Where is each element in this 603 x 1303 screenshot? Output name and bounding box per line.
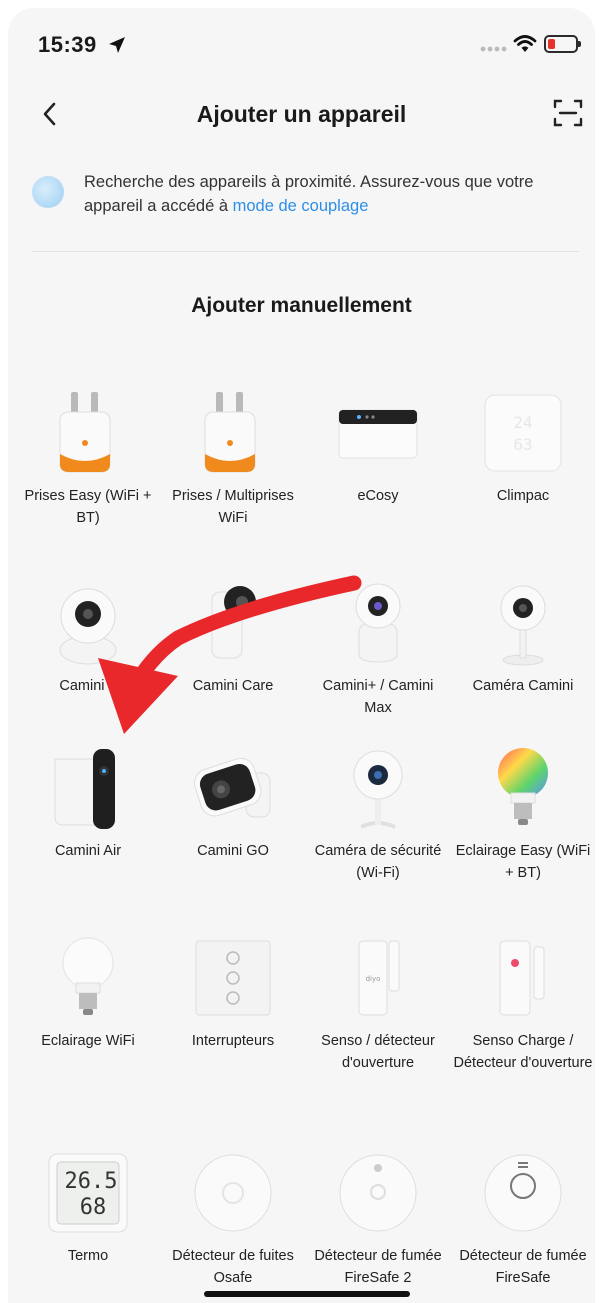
device-label: Camini+ / Camini Max xyxy=(322,678,434,716)
wall-switch-icon xyxy=(195,940,271,1016)
device-termo[interactable]: 26.5 68 Termo xyxy=(18,1148,158,1267)
stand-camera-icon xyxy=(500,585,546,666)
device-climpac[interactable]: 24 63 Climpac xyxy=(453,388,593,507)
svg-text:63: 63 xyxy=(513,435,532,454)
termo-humidity: 68 xyxy=(80,1195,107,1220)
device-label: Détecteur de fumée FireSafe 2 xyxy=(314,1248,442,1286)
color-bulb-icon xyxy=(498,748,548,825)
location-arrow-icon xyxy=(109,37,125,53)
section-title: Ajouter manuellement xyxy=(191,294,412,317)
white-bulb-icon xyxy=(62,937,114,1015)
cellular-signal-icon xyxy=(480,46,507,52)
device-label: Senso / détecteur d'ouverture xyxy=(321,1033,435,1071)
device-interrupteurs[interactable]: Interrupteurs xyxy=(163,933,303,1052)
device-prises-multiprises[interactable]: Prises / Multiprises WiFi xyxy=(163,388,303,529)
device-firesafe[interactable]: Détecteur de fumée FireSafe xyxy=(453,1148,593,1289)
device-detecteur-fuites[interactable]: Détecteur de fuites Osafe xyxy=(163,1148,303,1289)
door-sensor-charge-icon xyxy=(499,940,545,1016)
dome-camera-icon xyxy=(355,583,401,663)
device-label: Interrupteurs xyxy=(191,1033,275,1049)
device-label: Termo xyxy=(67,1248,109,1264)
device-camini-care[interactable]: Camini Care xyxy=(163,578,303,697)
home-indicator xyxy=(204,1291,410,1297)
device-label: Caméra de sécurité (Wi-Fi) xyxy=(314,843,442,881)
smoke-detector-icon xyxy=(339,1154,417,1232)
leak-detector-icon xyxy=(194,1154,272,1232)
device-senso-charge[interactable]: Senso Charge / Détecteur d'ouverture xyxy=(453,933,593,1074)
device-eclairage-wifi[interactable]: Eclairage WiFi xyxy=(18,933,158,1052)
device-camera-camini[interactable]: Caméra Camini xyxy=(453,578,593,697)
security-camera-icon xyxy=(353,750,403,829)
thermo-hygrometer-icon: 26.5 68 xyxy=(48,1153,128,1233)
device-label: Climpac xyxy=(496,488,550,504)
device-prises-easy[interactable]: Prises Easy (WiFi + BT) xyxy=(18,388,158,529)
scan-qr-icon[interactable] xyxy=(553,98,583,128)
smart-plug-icon xyxy=(204,392,256,473)
status-time: 15:39 xyxy=(38,32,97,57)
device-label: Camini Air xyxy=(54,843,122,859)
app-screen: 15:39 Ajouter un appareil Recherche des … xyxy=(8,8,595,1303)
battery-icon xyxy=(544,35,581,53)
door-sensor-icon: diyo xyxy=(358,940,400,1016)
proximity-search-icon xyxy=(32,176,64,208)
device-camini-plus[interactable]: Camini+ / Camini Max xyxy=(308,578,448,719)
device-label: Détecteur de fumée FireSafe xyxy=(459,1248,587,1286)
search-notice: Recherche des appareils à proximité. Ass… xyxy=(84,170,574,218)
device-label: eCosy xyxy=(357,488,399,504)
device-label: Caméra Camini xyxy=(472,678,574,694)
baby-camera-icon xyxy=(211,586,256,659)
device-label: Senso Charge / Détecteur d'ouverture xyxy=(453,1033,593,1071)
thermostat-box-icon xyxy=(338,409,418,459)
page-title: Ajouter un appareil xyxy=(196,101,407,127)
device-label: Prises Easy (WiFi + BT) xyxy=(24,488,152,526)
ptz-camera-icon xyxy=(59,588,117,665)
smart-plug-icon xyxy=(59,392,111,473)
svg-text:diyo: diyo xyxy=(366,975,381,983)
device-label: Détecteur de fuites Osafe xyxy=(172,1248,294,1286)
smoke-detector-icon xyxy=(484,1154,562,1232)
device-label: Eclairage Easy (WiFi + BT) xyxy=(455,843,591,881)
device-label: Camini Care xyxy=(192,678,274,694)
outdoor-camera-icon xyxy=(54,749,115,829)
device-ecosy[interactable]: eCosy xyxy=(308,388,448,507)
device-firesafe-2[interactable]: Détecteur de fumée FireSafe 2 xyxy=(308,1148,448,1289)
device-eclairage-easy[interactable]: Eclairage Easy (WiFi + BT) xyxy=(453,743,593,884)
divider xyxy=(32,251,579,252)
device-senso[interactable]: diyo Senso / détecteur d'ouverture xyxy=(308,933,448,1074)
svg-text:24: 24 xyxy=(513,413,532,432)
device-label: Camini GO xyxy=(197,843,269,859)
device-camera-securite[interactable]: Caméra de sécurité (Wi-Fi) xyxy=(308,743,448,884)
device-label: Camini 2 xyxy=(59,678,117,694)
device-label: Eclairage WiFi xyxy=(41,1033,135,1049)
termo-temperature: 26.5 xyxy=(65,1169,118,1194)
device-label: Prises / Multiprises WiFi xyxy=(172,488,294,526)
device-camini-2[interactable]: Camini 2 xyxy=(18,578,158,697)
wifi-icon xyxy=(513,35,537,52)
climate-display-icon: 24 63 xyxy=(484,394,562,472)
device-camini-air[interactable]: Camini Air xyxy=(18,743,158,862)
wall-camera-icon xyxy=(193,757,271,818)
device-camini-go[interactable]: Camini GO xyxy=(163,743,303,862)
pairing-mode-link[interactable]: mode de couplage xyxy=(233,197,369,215)
